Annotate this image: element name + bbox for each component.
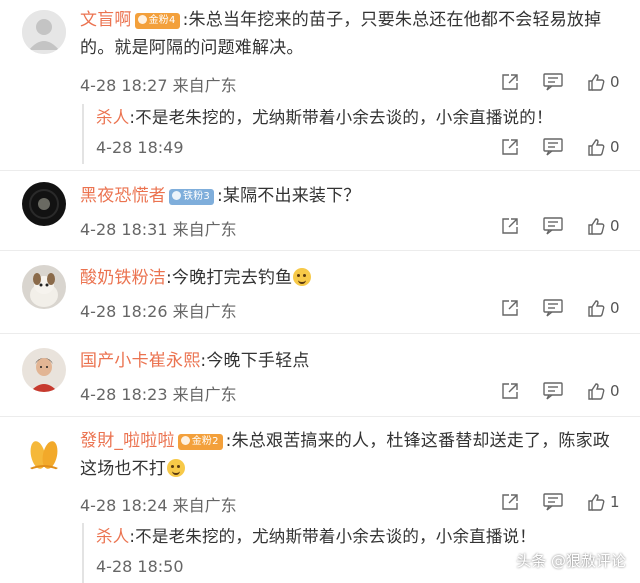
like-icon[interactable]: [586, 72, 606, 92]
watermark: 头条 @狠赦评论: [516, 552, 626, 570]
reply-username[interactable]: 杀人: [96, 108, 129, 127]
comment-time: 4-28 18:24: [80, 496, 168, 515]
comment-item: 文盲啊 金粉4:朱总当年挖来的苗子，只要朱总还在他都不会轻易放掉 的。就是阿隔的问…: [0, 0, 640, 170]
like-icon[interactable]: [586, 492, 606, 512]
reply-time: 4-28 18:50: [96, 557, 184, 576]
like-count: 0: [610, 382, 620, 400]
like-icon[interactable]: [586, 298, 606, 318]
username[interactable]: 文盲啊: [80, 10, 132, 30]
comment-item: 酸奶铁粉洁:今晚打完去钓鱼 4-28 18:26 来自广东 0: [0, 251, 640, 333]
username[interactable]: 發財_啦啦啦: [80, 431, 175, 451]
share-icon[interactable]: [500, 492, 520, 512]
like-icon[interactable]: [586, 137, 606, 157]
reply-text: :不是老朱挖的，尤纳斯带着小余去谈的，小余直播说的！: [129, 108, 553, 127]
comment-icon[interactable]: [543, 137, 563, 157]
comment-source: 来自广东: [172, 302, 237, 321]
comment-text: 的。就是阿隔的问题难解决。: [80, 38, 304, 58]
share-icon[interactable]: [500, 381, 520, 401]
like-icon[interactable]: [586, 381, 606, 401]
avatar[interactable]: [22, 182, 66, 226]
like-count: 0: [610, 299, 620, 317]
username[interactable]: 酸奶铁粉洁: [80, 268, 166, 288]
share-icon[interactable]: [500, 216, 520, 236]
fan-badge: 金粉2: [177, 434, 223, 450]
smile-emoji-icon: [293, 268, 312, 286]
username[interactable]: 国产小卡崔永熙: [80, 351, 200, 371]
share-icon[interactable]: [500, 137, 520, 157]
share-icon[interactable]: [500, 298, 520, 318]
comment-text: :朱总当年挖来的苗子，只要朱总还在他都不会轻易放掉: [182, 10, 602, 30]
avatar[interactable]: [22, 429, 66, 473]
fan-badge: 铁粉3: [169, 189, 214, 205]
comment-time: 4-28 18:27: [80, 76, 168, 95]
like-count: 1: [610, 493, 620, 511]
comment-time: 4-28 18:26: [80, 302, 168, 321]
comment-source: 来自广东: [172, 496, 237, 515]
comment-text: :朱总艰苦搞来的人，杜锋这番替却送走了，陈家政: [225, 431, 610, 451]
like-icon[interactable]: [586, 216, 606, 236]
comment-icon[interactable]: [543, 216, 563, 236]
reply-username[interactable]: 杀人: [96, 527, 129, 546]
fan-badge: 金粉4: [134, 13, 180, 29]
comment-text: :今晚打完去钓鱼: [166, 268, 293, 288]
comment-icon[interactable]: [543, 298, 563, 318]
comment-text: :某隔不出来装下？: [216, 186, 361, 206]
share-icon[interactable]: [500, 72, 520, 92]
comment-source: 来自广东: [172, 385, 237, 404]
username[interactable]: 黑夜恐慌者: [80, 186, 166, 206]
comment-icon[interactable]: [543, 72, 563, 92]
comment-text: 这场也不打: [80, 459, 166, 479]
avatar[interactable]: [22, 348, 66, 392]
comment-icon[interactable]: [543, 381, 563, 401]
reply-time: 4-28 18:49: [96, 138, 184, 157]
comment-text: :今晚下手轻点: [200, 351, 310, 371]
like-count: 0: [610, 73, 620, 91]
comment-item: 黑夜恐慌者 铁粉3:某隔不出来装下？ 4-28 18:31 来自广东 0: [0, 171, 640, 250]
comment-item: 国产小卡崔永熙:今晚下手轻点 4-28 18:23 来自广东 0: [0, 334, 640, 416]
comment-source: 来自广东: [172, 76, 237, 95]
comment-time: 4-28 18:31: [80, 220, 168, 239]
like-count: 0: [610, 138, 620, 156]
like-count: 0: [610, 217, 620, 235]
avatar[interactable]: [22, 265, 66, 309]
comment-time: 4-28 18:23: [80, 385, 168, 404]
laughing-emoji-icon: [167, 459, 185, 477]
comment-source: 来自广东: [172, 220, 237, 239]
comment-icon[interactable]: [543, 492, 563, 512]
reply-text: :不是老朱挖的，尤纳斯带着小余去谈的，小余直播说！: [129, 527, 536, 546]
avatar[interactable]: [22, 10, 66, 54]
